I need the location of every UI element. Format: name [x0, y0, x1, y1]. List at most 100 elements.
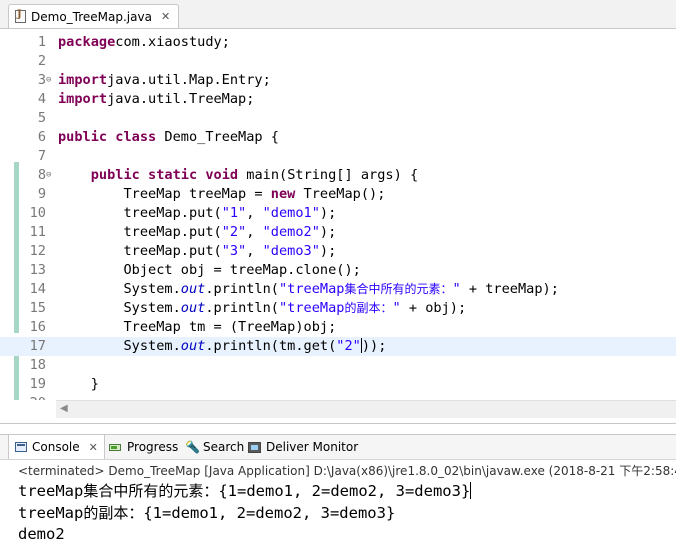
code-line[interactable]: 2: [0, 52, 676, 71]
code-line[interactable]: 16 TreeMap tm = (TreeMap)obj;: [0, 318, 676, 337]
scroll-left-icon[interactable]: ◀: [60, 403, 68, 414]
line-number: 11: [29, 224, 46, 240]
code-line[interactable]: 10 treeMap.put("1", "demo1");: [0, 204, 676, 223]
code-token: new: [270, 186, 296, 202]
line-number: 15: [29, 300, 46, 316]
line-number: 9: [37, 186, 46, 202]
line-number: 6: [37, 129, 46, 145]
code-line[interactable]: 15 System.out.println("treeMap的副本：" + ob…: [0, 299, 676, 318]
fold-collapse-icon[interactable]: ⊖: [46, 166, 51, 185]
code-line[interactable]: 14 System.out.println("treeMap集合中所有的元素："…: [0, 280, 676, 299]
code-token: System.: [58, 338, 181, 354]
code-token: ,: [246, 205, 263, 221]
monitor-icon: [248, 441, 261, 453]
code-token: + obj);: [400, 300, 467, 316]
code-token: TreeMap tm = (TreeMap)obj;: [58, 319, 337, 335]
code-line[interactable]: 19 }: [0, 375, 676, 394]
horizontal-scrollbar[interactable]: ◀: [56, 400, 676, 418]
code-editor[interactable]: Demo_TreeMap.java ✕ 1 packagecom.xiaostud…: [0, 0, 676, 424]
line-number: 3: [37, 72, 46, 88]
code-text: TreeMap treeMap = new TreeMap();: [58, 185, 385, 204]
tab-label: Deliver Monitor: [266, 440, 359, 454]
code-token: "2": [221, 224, 247, 240]
tab-label: Progress: [127, 440, 179, 454]
code-token: "demo2": [262, 224, 320, 240]
output-text: demo2: [18, 525, 65, 543]
tab-deliver-monitor[interactable]: Deliver Monitor: [242, 435, 364, 459]
console-output-line: treeMap的副本：{1=demo1, 2=demo2, 3=demo3}: [18, 503, 668, 525]
code-token: TreeMap treeMap =: [58, 186, 271, 202]
code-token: "1": [221, 205, 247, 221]
code-line[interactable]: 12 treeMap.put("3", "demo3");: [0, 242, 676, 261]
code-line[interactable]: 13 Object obj = treeMap.clone();: [0, 261, 676, 280]
console-output[interactable]: treeMap集合中所有的元素：{1=demo1, 2=demo2, 3=dem…: [18, 481, 668, 546]
line-number: 2: [37, 53, 46, 69]
tab-label: Search: [203, 440, 245, 454]
output-text: treeMap: [18, 482, 84, 500]
code-token: static: [148, 167, 198, 183]
code-text: packagecom.xiaostudy;: [58, 33, 230, 52]
code-line[interactable]: 5: [0, 109, 676, 128]
code-token: void: [205, 167, 239, 183]
code-text: treeMap.put("1", "demo1");: [58, 204, 336, 223]
code-token: );: [319, 243, 337, 259]
code-line[interactable]: 18: [0, 356, 676, 375]
code-token: ));: [361, 338, 387, 354]
code-line[interactable]: 8 ⊖ public static void main(String[] args…: [0, 166, 676, 185]
tab-progress[interactable]: Progress: [103, 435, 184, 459]
code-text: System.out.println("treeMap集合中所有的元素：" + …: [58, 280, 559, 299]
code-line[interactable]: 3 ⊖ importjava.util.Map.Entry;: [0, 71, 676, 90]
code-line[interactable]: 11 treeMap.put("2", "demo2");: [0, 223, 676, 242]
code-token: );: [319, 224, 337, 240]
code-token: "3": [221, 243, 247, 259]
output-text: 集合中所有的元素：: [83, 482, 219, 500]
code-token: .println(: [205, 281, 279, 297]
code-text: }: [58, 375, 99, 394]
code-token: );: [319, 205, 337, 221]
console-tab-bar: Console ✕ Progress 🔦 Search Deliver Moni…: [0, 434, 676, 460]
code-line[interactable]: 4 importjava.util.TreeMap;: [0, 90, 676, 109]
line-number: 14: [29, 281, 46, 297]
console-icon: [15, 442, 27, 452]
code-line[interactable]: 6 public class Demo_TreeMap {: [0, 128, 676, 147]
line-number: 19: [29, 376, 46, 392]
code-token: Object obj = treeMap.clone();: [58, 262, 361, 278]
tab-console[interactable]: Console ✕: [8, 435, 105, 459]
line-number: 4: [37, 91, 46, 107]
code-token: public: [58, 129, 108, 145]
line-number: 13: [29, 262, 46, 278]
code-line[interactable]: 17 System.out.println(tm.get("2"));: [0, 337, 676, 356]
code-area[interactable]: 1 packagecom.xiaostudy; 2 3 ⊖ importjava.util…: [0, 29, 676, 400]
search-icon: 🔦: [185, 439, 200, 454]
tab-search[interactable]: 🔦 Search: [179, 435, 250, 459]
close-icon[interactable]: ✕: [89, 441, 98, 454]
code-token: TreeMap();: [295, 186, 386, 202]
line-number: 8: [37, 167, 46, 183]
output-text: {1=demo1, 2=demo2, 3=demo3}: [218, 482, 471, 500]
code-line[interactable]: 9 TreeMap treeMap = new TreeMap();: [0, 185, 676, 204]
output-text: treeMap: [18, 503, 84, 522]
code-token: ,: [246, 224, 263, 240]
code-token: "demo3": [262, 243, 320, 259]
code-token: package: [58, 34, 116, 50]
editor-tab-label: Demo_TreeMap.java: [31, 9, 152, 24]
code-text: treeMap.put("2", "demo2");: [58, 223, 336, 242]
code-line[interactable]: 7: [0, 147, 676, 166]
code-token: + treeMap);: [460, 281, 559, 297]
code-token: ": [452, 281, 461, 297]
line-number: 12: [29, 243, 46, 259]
code-token: "demo1": [262, 205, 320, 221]
code-token: out: [180, 281, 206, 297]
line-number: 5: [37, 110, 46, 126]
editor-tab-bar: Demo_TreeMap.java ✕: [0, 0, 676, 29]
close-icon[interactable]: ✕: [161, 10, 170, 23]
code-token: import: [58, 91, 108, 107]
code-token: out: [180, 300, 206, 316]
editor-tab-demo-treemap[interactable]: Demo_TreeMap.java ✕: [8, 4, 180, 28]
code-token: main(String[] args) {: [238, 167, 419, 183]
code-token: "2": [336, 338, 361, 354]
fold-collapse-icon[interactable]: ⊖: [46, 71, 51, 90]
code-token: public: [90, 167, 140, 183]
code-line[interactable]: 1 packagecom.xiaostudy;: [0, 33, 676, 52]
